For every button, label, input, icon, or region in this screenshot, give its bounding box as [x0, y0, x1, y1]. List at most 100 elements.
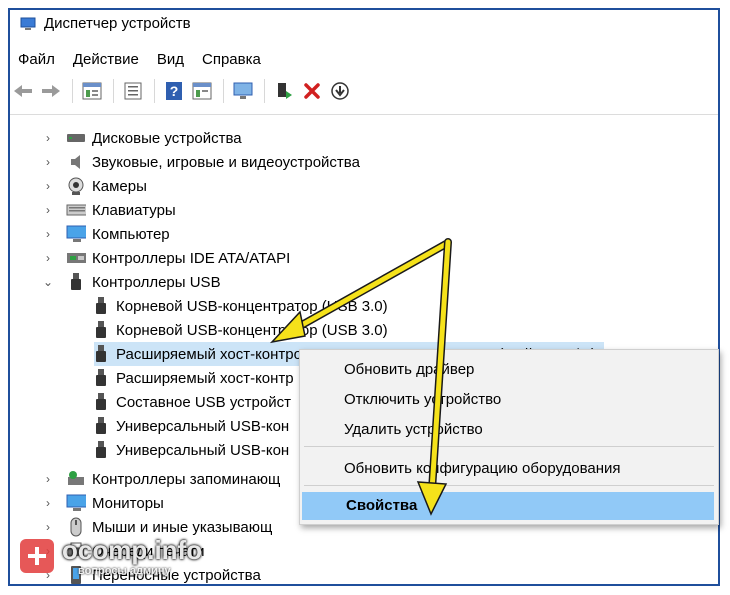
chevron-right-icon[interactable]: ›	[42, 126, 54, 150]
usb-device-item[interactable]: Универсальный USB-кон	[94, 438, 289, 462]
tree-item-disk-drives[interactable]: › Дисковые устройства	[42, 126, 242, 150]
tree-item-sound-video[interactable]: › Звуковые, игровые и видеоустройства	[42, 150, 360, 174]
chevron-right-icon[interactable]: ›	[42, 150, 54, 174]
download-driver-icon[interactable]	[327, 78, 353, 104]
speaker-icon	[66, 153, 86, 171]
usb-device-label: Универсальный USB-кон	[116, 441, 290, 459]
chevron-right-icon[interactable]: ›	[42, 563, 54, 584]
window-title: Диспетчер устройств	[44, 15, 191, 32]
properties-sheet-icon[interactable]	[79, 78, 105, 104]
tree-item-label: Переносные устройства	[92, 566, 261, 584]
monitor-icon	[66, 494, 86, 512]
chevron-right-icon[interactable]: ›	[42, 246, 54, 270]
tree-item-label: Контроллеры USB	[92, 273, 221, 291]
menu-bar: Файл Действие Вид Справка	[10, 48, 270, 72]
tree-item-usb-controllers[interactable]: ⌄ Контроллеры USB	[42, 270, 221, 294]
tree-item-label: Очереди печати	[92, 542, 205, 560]
context-menu-properties[interactable]: Свойства	[302, 492, 714, 520]
menu-view[interactable]: Вид	[148, 48, 193, 72]
chevron-right-icon[interactable]: ›	[42, 198, 54, 222]
tree-item-mice[interactable]: › Мыши и иные указывающ	[42, 515, 272, 539]
context-menu-separator	[304, 485, 714, 486]
context-menu-scan-hardware[interactable]: Обновить конфигурацию оборудования	[300, 455, 718, 483]
portable-device-icon	[66, 566, 86, 584]
mouse-icon	[66, 517, 86, 537]
usb-device-label: Корневой USB-концентратор (USB 3.0)	[116, 297, 388, 315]
help-icon[interactable]: ?	[161, 78, 187, 104]
tree-item-monitors[interactable]: › Мониторы	[42, 491, 164, 515]
chevron-right-icon[interactable]: ›	[42, 539, 54, 563]
tree-item-label: Компьютер	[92, 225, 170, 243]
menu-file[interactable]: Файл	[10, 48, 64, 72]
tree-item-computer[interactable]: › Компьютер	[42, 222, 170, 246]
svg-text:?: ?	[170, 83, 179, 99]
context-menu-separator	[304, 446, 714, 447]
context-menu-disable-device[interactable]: Отключить устройство	[300, 386, 718, 414]
list-view-icon[interactable]	[120, 78, 146, 104]
context-menu: Обновить драйвер Отключить устройство Уд…	[299, 349, 719, 525]
ide-controller-icon	[66, 249, 86, 267]
usb-device-label: Расширяемый хост-контр	[116, 369, 294, 387]
toolbar-separator	[113, 79, 114, 103]
context-menu-update-driver[interactable]: Обновить драйвер	[300, 356, 718, 384]
usb-device-item[interactable]: Составное USB устройст	[94, 390, 291, 414]
monitor-scan-icon[interactable]	[230, 78, 256, 104]
details-view-icon[interactable]	[189, 78, 215, 104]
usb-icon	[94, 368, 108, 388]
camera-icon	[66, 177, 86, 195]
chevron-right-icon[interactable]: ›	[42, 467, 54, 491]
toolbar-divider	[10, 114, 718, 115]
usb-device-item[interactable]: Корневой USB-концентратор (USB 3.0)	[94, 294, 388, 318]
toolbar-separator	[264, 79, 265, 103]
usb-device-label: Составное USB устройст	[116, 393, 291, 411]
title-bar: Диспетчер устройств	[10, 10, 718, 40]
add-driver-icon[interactable]	[271, 78, 297, 104]
tree-item-ide-controllers[interactable]: › Контроллеры IDE ATA/ATAPI	[42, 246, 290, 270]
usb-device-label: Корневой USB-концентратор (USB 3.0)	[116, 321, 388, 339]
usb-icon	[94, 344, 108, 364]
forward-icon[interactable]	[38, 78, 64, 104]
tree-item-keyboards[interactable]: › Клавиатуры	[42, 198, 176, 222]
keyboard-icon	[66, 201, 86, 219]
storage-controller-icon	[66, 470, 86, 488]
chevron-right-icon[interactable]: ›	[42, 491, 54, 515]
remove-device-icon[interactable]	[299, 78, 325, 104]
toolbar-separator	[223, 79, 224, 103]
tree-item-print-queues[interactable]: › Очереди печати	[42, 539, 205, 563]
usb-icon	[66, 273, 86, 291]
usb-icon	[94, 416, 108, 436]
tree-item-label: Мониторы	[92, 494, 164, 512]
tree-item-label: Звуковые, игровые и видеоустройства	[92, 153, 360, 171]
toolbar-separator	[72, 79, 73, 103]
tree-item-label: Дисковые устройства	[92, 129, 242, 147]
menu-help[interactable]: Справка	[193, 48, 270, 72]
usb-icon	[94, 296, 108, 316]
device-manager-app-icon	[20, 17, 36, 30]
tree-item-portable-devices[interactable]: › Переносные устройства	[42, 563, 261, 584]
back-icon[interactable]	[10, 78, 36, 104]
usb-icon	[94, 440, 108, 460]
disk-icon	[66, 129, 86, 147]
printer-icon	[66, 542, 86, 560]
chevron-right-icon[interactable]: ›	[42, 174, 54, 198]
tree-item-label: Клавиатуры	[92, 201, 176, 219]
chevron-right-icon[interactable]: ›	[42, 515, 54, 539]
usb-device-item[interactable]: Корневой USB-концентратор (USB 3.0)	[94, 318, 388, 342]
tree-item-cameras[interactable]: › Камеры	[42, 174, 147, 198]
menu-action[interactable]: Действие	[64, 48, 148, 72]
usb-icon	[94, 392, 108, 412]
chevron-down-icon[interactable]: ⌄	[42, 270, 54, 294]
tree-item-label: Контроллеры запоминающ	[92, 470, 281, 488]
chevron-right-icon[interactable]: ›	[42, 222, 54, 246]
usb-device-label: Универсальный USB-кон	[116, 417, 290, 435]
usb-device-item[interactable]: Расширяемый хост-контр	[94, 366, 294, 390]
context-menu-uninstall-device[interactable]: Удалить устройство	[300, 416, 718, 444]
tree-item-label: Контроллеры IDE ATA/ATAPI	[92, 249, 291, 267]
usb-icon	[94, 320, 108, 340]
usb-device-item[interactable]: Универсальный USB-кон	[94, 414, 289, 438]
toolbar-separator	[154, 79, 155, 103]
tree-item-label: Мыши и иные указывающ	[92, 518, 273, 536]
tree-item-label: Камеры	[92, 177, 147, 195]
toolbar: ?	[10, 76, 718, 106]
tree-item-storage-controllers[interactable]: › Контроллеры запоминающ	[42, 467, 280, 491]
